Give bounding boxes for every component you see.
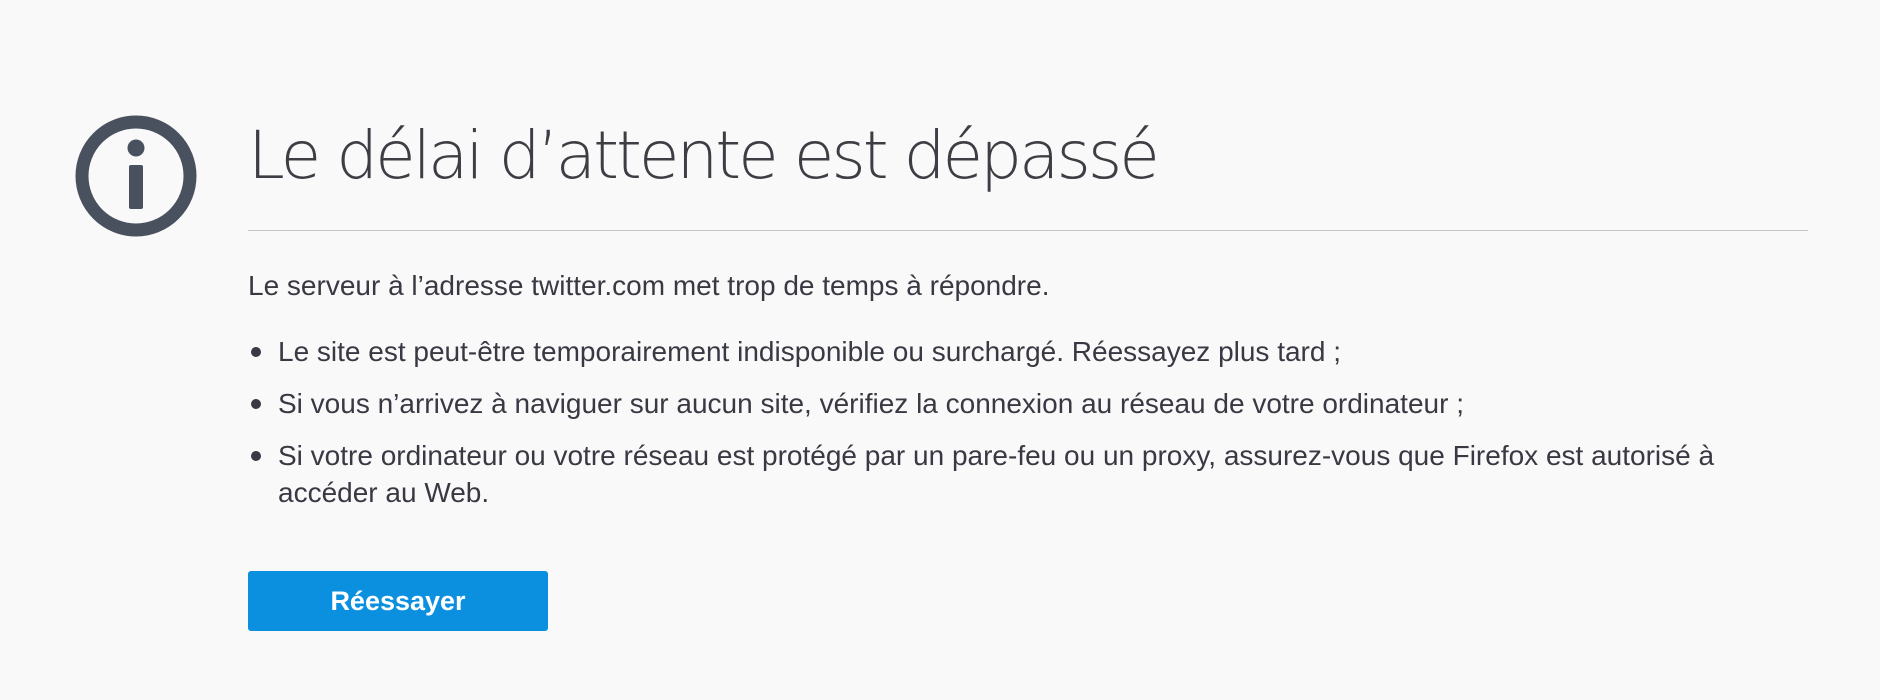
bullet-icon	[251, 347, 261, 357]
suggestion-item: Si vous n’arrivez à naviguer sur aucun s…	[248, 385, 1798, 422]
suggestion-text: Si votre ordinateur ou votre réseau est …	[278, 440, 1715, 508]
error-title: Le délai d’attente est dépassé	[248, 117, 1160, 194]
retry-button[interactable]: Réessayer	[248, 571, 548, 631]
bullet-icon	[251, 451, 261, 461]
info-icon	[74, 114, 198, 238]
title-divider	[248, 230, 1808, 231]
error-description: Le serveur à l’adresse twitter.com met t…	[248, 270, 1050, 301]
suggestion-text: Si vous n’arrivez à naviguer sur aucun s…	[278, 388, 1464, 419]
suggestion-item: Le site est peut-être temporairement ind…	[248, 333, 1798, 370]
error-container: Le délai d’attente est dépassé Le serveu…	[248, 108, 1808, 631]
suggestion-list: Le site est peut-être temporairement ind…	[248, 333, 1808, 511]
suggestion-item: Si votre ordinateur ou votre réseau est …	[248, 437, 1798, 511]
suggestion-text: Le site est peut-être temporairement ind…	[278, 336, 1342, 367]
bullet-icon	[251, 399, 261, 409]
